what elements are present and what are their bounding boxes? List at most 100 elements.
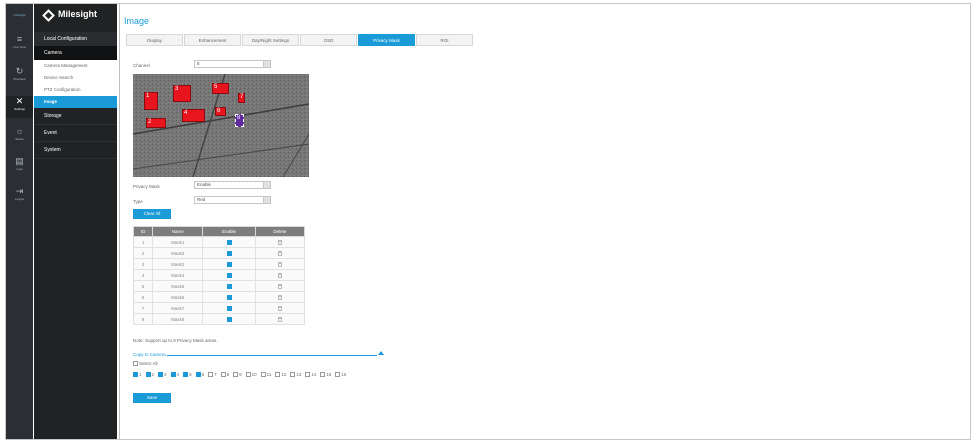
privacy-mask-1[interactable]: 1 [144, 92, 158, 110]
camera-checkbox-1[interactable]: 1 [133, 372, 142, 378]
tab-osd[interactable]: OSD [300, 34, 357, 46]
camera-checkbox-3[interactable]: 3 [158, 372, 167, 378]
divider [119, 4, 120, 439]
privacy-mask-6[interactable]: 6 [215, 107, 226, 116]
trash-icon[interactable] [277, 261, 282, 267]
col-name: Name [152, 226, 204, 237]
camera-checkbox-10[interactable]: 10 [245, 372, 257, 378]
tab-enhancement[interactable]: Enhancement [184, 34, 241, 46]
menu-item-image[interactable]: Image [34, 96, 117, 108]
copy-divider [167, 355, 377, 356]
rail-status[interactable]: ☼ Status [6, 126, 33, 148]
enable-checkbox[interactable] [226, 305, 232, 311]
trash-icon[interactable] [277, 272, 282, 278]
checkbox-icon [133, 361, 138, 367]
table-row: 1 Mask1 [132, 236, 306, 248]
rail-logs[interactable]: ▤ Logs [6, 156, 33, 178]
chevron-down-icon [263, 61, 270, 67]
privacy-mask-7[interactable]: 7 [238, 93, 245, 103]
trash-icon[interactable] [277, 316, 282, 322]
trash-icon[interactable] [277, 294, 282, 300]
col-enable: Enable [202, 226, 256, 237]
select-all-checkbox[interactable]: Select All [133, 361, 158, 367]
menu-storage[interactable]: Storage [34, 108, 117, 125]
enable-checkbox[interactable] [226, 239, 232, 245]
playback-icon: ↻ [15, 66, 24, 76]
channel-select[interactable]: 8 [194, 60, 271, 68]
privacy-mask-8[interactable]: 8 [235, 114, 244, 127]
camera-checkbox-14[interactable]: 14 [305, 372, 316, 378]
privacy-mask-4[interactable]: 4 [182, 109, 205, 122]
trash-icon[interactable] [277, 250, 282, 256]
camera-checkbox-7[interactable]: 7 [208, 372, 217, 378]
collapse-arrow-icon[interactable] [378, 351, 384, 355]
privacy-mask-3[interactable]: 3 [173, 85, 191, 102]
copy-to-camera-title[interactable]: Copy to Camera [133, 352, 166, 357]
rail-playback[interactable]: ↻ Playback [6, 66, 33, 88]
camera-checkbox-2[interactable]: 2 [145, 372, 154, 378]
camera-checkbox-16[interactable]: 16 [335, 372, 346, 378]
trash-icon[interactable] [277, 283, 282, 289]
table-header: ID Name Enable Delete [132, 226, 306, 237]
chevron-down-icon [263, 197, 270, 203]
status-icon: ☼ [15, 126, 24, 136]
live-view-icon: ≡ [16, 34, 23, 44]
config-menu: Milesight Local Configuration Camera Cam… [34, 4, 117, 439]
trash-icon[interactable] [277, 305, 282, 311]
menu-system[interactable]: System [34, 142, 117, 159]
tab-day-night-settings[interactable]: Day/Night Settings [242, 34, 299, 46]
camera-submenu: Camera Management Device Search PTZ Conf… [34, 60, 117, 108]
enable-checkbox[interactable] [226, 283, 232, 289]
rail-settings[interactable]: ✕ Settings [6, 96, 33, 118]
save-button[interactable]: Save [133, 393, 171, 403]
privacy-mask-2[interactable]: 2 [146, 118, 166, 128]
camera-checkbox-11[interactable]: 11 [260, 372, 271, 378]
table-row: 7 Mask7 [132, 302, 306, 314]
privacy-mask-label: Privacy Mask [133, 184, 160, 189]
page-title: Image [124, 16, 150, 26]
camera-checkbox-5[interactable]: 5 [183, 372, 192, 378]
enable-checkbox[interactable] [226, 316, 232, 322]
icon-rail: milesight ≡ Live View ↻ Playback ✕ Setti… [6, 4, 33, 439]
privacy-mask-select[interactable]: Enable [194, 181, 271, 189]
menu-local-configuration[interactable]: Local Configuration [34, 32, 117, 46]
settings-icon: ✕ [15, 96, 24, 106]
enable-checkbox[interactable] [226, 294, 232, 300]
privacy-mask-5[interactable]: 5 [212, 83, 229, 94]
enable-checkbox[interactable] [226, 272, 232, 278]
trash-icon[interactable] [277, 239, 282, 245]
camera-checkbox-12[interactable]: 12 [275, 372, 286, 378]
col-delete: Delete [254, 226, 306, 237]
camera-preview[interactable]: 1 2 3 4 5 6 7 8 [133, 74, 309, 177]
rail-live-view[interactable]: ≡ Live View [6, 34, 33, 56]
menu-camera[interactable]: Camera [34, 46, 117, 60]
table-row: 2 Mask2 [132, 247, 306, 259]
app-window: milesight ≡ Live View ↻ Playback ✕ Setti… [5, 3, 971, 440]
enable-checkbox[interactable] [226, 250, 232, 256]
camera-checkbox-6[interactable]: 6 [195, 372, 204, 378]
tab-display[interactable]: Display [126, 34, 183, 46]
camera-checkbox-13[interactable]: 13 [290, 372, 301, 378]
camera-checkbox-8[interactable]: 8 [220, 372, 229, 378]
logs-icon: ▤ [15, 156, 24, 166]
menu-item-ptz-configuration[interactable]: PTZ Configuration [34, 84, 117, 96]
camera-checkbox-list: 1 2 3 4 5 6 7 8 9 10 11 12 13 14 15 16 [133, 372, 350, 378]
tab-privacy-mask[interactable]: Privacy Mask [358, 34, 415, 46]
clear-all-button[interactable]: Clear All [133, 209, 171, 219]
image-tabs: Display Enhancement Day/Night Settings O… [126, 34, 474, 46]
table-row: 3 Mask3 [132, 258, 306, 270]
camera-checkbox-9[interactable]: 9 [233, 372, 242, 378]
camera-checkbox-4[interactable]: 4 [170, 372, 179, 378]
table-row: 8 Mask8 [132, 313, 306, 325]
tab-roi[interactable]: ROI [416, 34, 473, 46]
type-select[interactable]: Red [194, 196, 271, 204]
table-row: 6 Mask6 [132, 291, 306, 303]
camera-checkbox-15[interactable]: 15 [320, 372, 331, 378]
type-label: Type [133, 199, 143, 204]
menu-item-camera-management[interactable]: Camera Management [34, 60, 117, 72]
rail-logo: milesight [13, 13, 26, 17]
menu-event[interactable]: Event [34, 125, 117, 142]
enable-checkbox[interactable] [226, 261, 232, 267]
rail-logout[interactable]: ⇥ Logout [6, 186, 33, 208]
menu-item-device-search[interactable]: Device Search [34, 72, 117, 84]
